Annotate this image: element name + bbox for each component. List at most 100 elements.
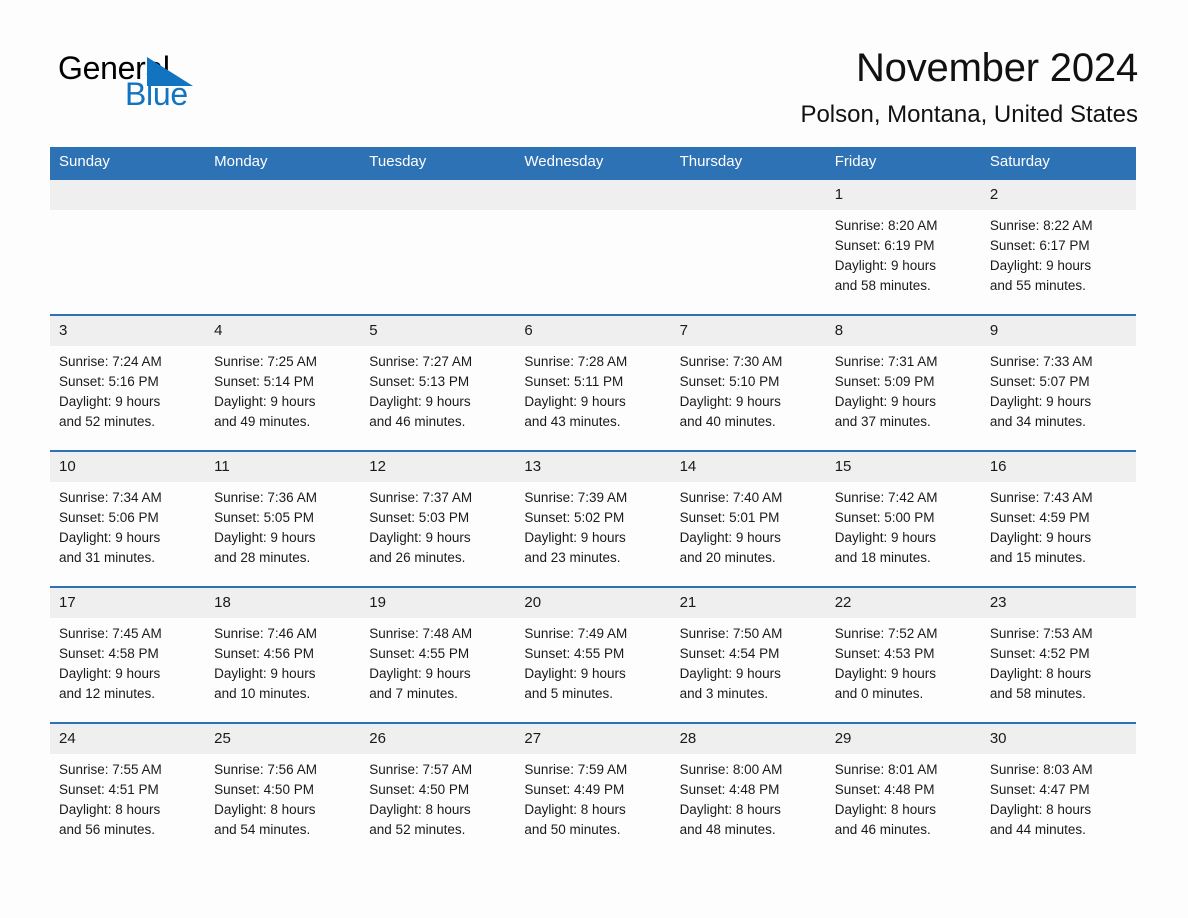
day-number[interactable]: 26: [360, 724, 515, 754]
day-number[interactable]: 14: [671, 452, 826, 482]
day-number[interactable]: 23: [981, 588, 1136, 618]
sunrise-text: Sunrise: 7:55 AM: [59, 762, 162, 778]
day-number[interactable]: 16: [981, 452, 1136, 482]
day-number[interactable]: 25: [205, 724, 360, 754]
day-cell[interactable]: [360, 210, 515, 314]
day-number[interactable]: 4: [205, 316, 360, 346]
day-cell[interactable]: Sunrise: 7:24 AM Sunset: 5:16 PM Dayligh…: [50, 346, 205, 450]
day-number[interactable]: 18: [205, 588, 360, 618]
daylight-text-line1: Daylight: 9 hours: [214, 394, 316, 410]
daylight-text-line1: Daylight: 9 hours: [524, 530, 626, 546]
generalblue-logo[interactable]: General Blue: [50, 44, 250, 114]
day-cell[interactable]: Sunrise: 7:27 AM Sunset: 5:13 PM Dayligh…: [360, 346, 515, 450]
day-cell[interactable]: Sunrise: 8:20 AM Sunset: 6:19 PM Dayligh…: [826, 210, 981, 314]
daylight-text-line2: and 58 minutes.: [834, 278, 931, 294]
day-number[interactable]: 11: [205, 452, 360, 482]
day-cell[interactable]: Sunrise: 7:46 AM Sunset: 4:56 PM Dayligh…: [205, 618, 360, 722]
day-number[interactable]: 30: [981, 724, 1136, 754]
sunrise-text: Sunrise: 8:00 AM: [679, 762, 783, 778]
day-number[interactable]: 27: [515, 724, 670, 754]
daylight-text-line1: Daylight: 8 hours: [369, 802, 471, 818]
day-cell[interactable]: Sunrise: 7:56 AM Sunset: 4:50 PM Dayligh…: [205, 754, 360, 852]
day-number[interactable]: 22: [826, 588, 981, 618]
day-cell[interactable]: Sunrise: 7:40 AM Sunset: 5:01 PM Dayligh…: [671, 482, 826, 586]
day-cell[interactable]: Sunrise: 8:22 AM Sunset: 6:17 PM Dayligh…: [981, 210, 1136, 314]
day-cell[interactable]: Sunrise: 7:28 AM Sunset: 5:11 PM Dayligh…: [515, 346, 670, 450]
day-number[interactable]: 17: [50, 588, 205, 618]
day-number[interactable]: 21: [671, 588, 826, 618]
daylight-text-line1: Daylight: 9 hours: [989, 258, 1092, 274]
sunset-text: Sunset: 5:02 PM: [524, 510, 625, 526]
calendar-week-row: 3 4 5 6 7 8 9 Sunrise: 7:24 AM Sunset: 5…: [50, 314, 1136, 451]
day-cell[interactable]: Sunrise: 7:37 AM Sunset: 5:03 PM Dayligh…: [360, 482, 515, 586]
day-number[interactable]: [360, 180, 515, 210]
day-cell[interactable]: Sunrise: 8:01 AM Sunset: 4:48 PM Dayligh…: [826, 754, 981, 852]
day-cell[interactable]: Sunrise: 7:55 AM Sunset: 4:51 PM Dayligh…: [50, 754, 205, 852]
page-title: November 2024: [855, 46, 1138, 90]
daylight-text-line2: and 10 minutes.: [214, 686, 311, 702]
day-cell[interactable]: Sunrise: 7:45 AM Sunset: 4:58 PM Dayligh…: [50, 618, 205, 722]
day-cell[interactable]: Sunrise: 7:49 AM Sunset: 4:55 PM Dayligh…: [515, 618, 670, 722]
daylight-text-line1: Daylight: 9 hours: [834, 394, 937, 410]
day-cell[interactable]: [50, 210, 205, 314]
day-number[interactable]: 2: [981, 180, 1136, 210]
day-number[interactable]: 7: [671, 316, 826, 346]
day-number[interactable]: 12: [360, 452, 515, 482]
daylight-text-line1: Daylight: 9 hours: [214, 530, 316, 546]
day-cell[interactable]: Sunrise: 8:00 AM Sunset: 4:48 PM Dayligh…: [671, 754, 826, 852]
day-cell[interactable]: [671, 210, 826, 314]
daylight-text-line1: Daylight: 9 hours: [834, 530, 937, 546]
weekday-header-monday: Monday: [214, 152, 268, 170]
calendar-grid: Sunday Monday Tuesday Wednesday Thursday…: [50, 146, 1136, 853]
daylight-text-line2: and 26 minutes.: [369, 550, 466, 566]
daylight-text-line2: and 50 minutes.: [524, 822, 621, 838]
sunset-text: Sunset: 4:48 PM: [834, 782, 935, 798]
day-number[interactable]: 6: [515, 316, 670, 346]
sunrise-text: Sunrise: 7:39 AM: [524, 490, 628, 506]
day-number[interactable]: 29: [826, 724, 981, 754]
daylight-text-line1: Daylight: 8 hours: [989, 802, 1092, 818]
day-cell[interactable]: Sunrise: 7:57 AM Sunset: 4:50 PM Dayligh…: [360, 754, 515, 852]
day-cell[interactable]: [205, 210, 360, 314]
day-number[interactable]: [515, 180, 670, 210]
day-cell[interactable]: Sunrise: 7:53 AM Sunset: 4:52 PM Dayligh…: [981, 618, 1136, 722]
day-cell[interactable]: Sunrise: 8:03 AM Sunset: 4:47 PM Dayligh…: [981, 754, 1136, 852]
day-cell[interactable]: Sunrise: 7:36 AM Sunset: 5:05 PM Dayligh…: [205, 482, 360, 586]
sunrise-text: Sunrise: 7:31 AM: [834, 354, 938, 370]
sunrise-text: Sunrise: 7:48 AM: [369, 626, 473, 642]
day-number[interactable]: 8: [826, 316, 981, 346]
day-number[interactable]: 15: [826, 452, 981, 482]
day-cell[interactable]: Sunrise: 7:31 AM Sunset: 5:09 PM Dayligh…: [826, 346, 981, 450]
day-number[interactable]: 24: [50, 724, 205, 754]
day-cell[interactable]: Sunrise: 7:59 AM Sunset: 4:49 PM Dayligh…: [515, 754, 670, 852]
day-number[interactable]: 28: [671, 724, 826, 754]
sunset-text: Sunset: 5:03 PM: [369, 510, 470, 526]
day-number[interactable]: 20: [515, 588, 670, 618]
daylight-text-line1: Daylight: 9 hours: [524, 666, 626, 682]
day-cell[interactable]: Sunrise: 7:42 AM Sunset: 5:00 PM Dayligh…: [826, 482, 981, 586]
day-cell[interactable]: [515, 210, 670, 314]
day-number[interactable]: 19: [360, 588, 515, 618]
daylight-text-line1: Daylight: 9 hours: [369, 394, 471, 410]
day-cell[interactable]: Sunrise: 7:30 AM Sunset: 5:10 PM Dayligh…: [671, 346, 826, 450]
daylight-text-line2: and 7 minutes.: [369, 686, 458, 702]
day-cell[interactable]: Sunrise: 7:34 AM Sunset: 5:06 PM Dayligh…: [50, 482, 205, 586]
day-number[interactable]: 3: [50, 316, 205, 346]
sunrise-text: Sunrise: 7:36 AM: [214, 490, 317, 506]
day-number[interactable]: [671, 180, 826, 210]
daylight-text-line2: and 55 minutes.: [989, 278, 1086, 294]
day-number[interactable]: [50, 180, 205, 210]
day-cell[interactable]: Sunrise: 7:52 AM Sunset: 4:53 PM Dayligh…: [826, 618, 981, 722]
day-cell[interactable]: Sunrise: 7:48 AM Sunset: 4:55 PM Dayligh…: [360, 618, 515, 722]
day-cell[interactable]: Sunrise: 7:50 AM Sunset: 4:54 PM Dayligh…: [671, 618, 826, 722]
day-cell[interactable]: Sunrise: 7:25 AM Sunset: 5:14 PM Dayligh…: [205, 346, 360, 450]
day-number[interactable]: 1: [826, 180, 981, 210]
day-cell[interactable]: Sunrise: 7:33 AM Sunset: 5:07 PM Dayligh…: [981, 346, 1136, 450]
day-number[interactable]: 9: [981, 316, 1136, 346]
day-cell[interactable]: Sunrise: 7:43 AM Sunset: 4:59 PM Dayligh…: [981, 482, 1136, 586]
day-cell[interactable]: Sunrise: 7:39 AM Sunset: 5:02 PM Dayligh…: [515, 482, 670, 586]
day-number[interactable]: [205, 180, 360, 210]
day-number[interactable]: 13: [515, 452, 670, 482]
day-number[interactable]: 5: [360, 316, 515, 346]
day-number[interactable]: 10: [50, 452, 205, 482]
